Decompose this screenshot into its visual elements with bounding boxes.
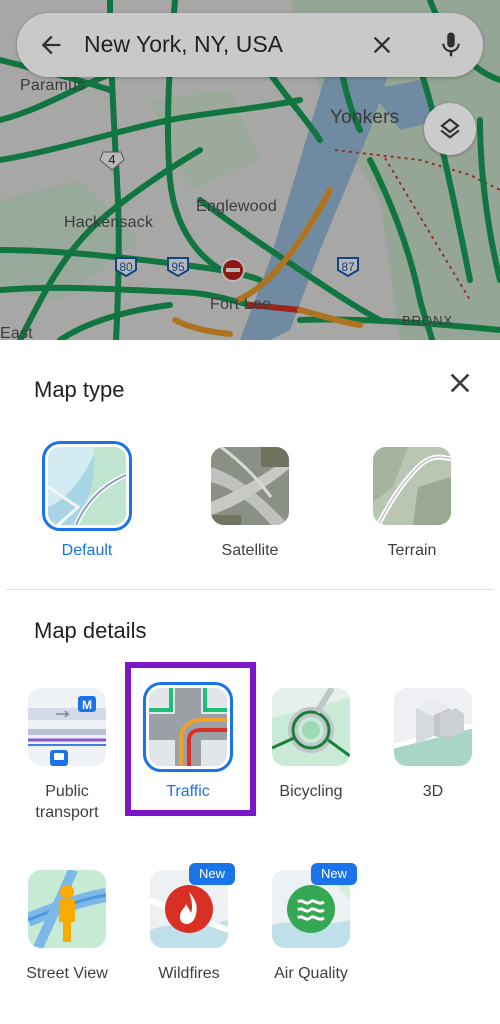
layers-button[interactable]	[424, 103, 476, 155]
map-label-fort-lee: Fort Lee	[210, 296, 272, 313]
air-quality-new-badge: New	[311, 863, 357, 885]
close-icon[interactable]	[444, 367, 476, 399]
arrow-left-icon[interactable]	[37, 31, 65, 59]
traffic-highlight-box	[125, 662, 256, 816]
close-icon[interactable]	[368, 31, 396, 59]
map-label-paramus: Paramus	[20, 77, 86, 94]
default-map-thumbnail	[42, 441, 132, 531]
detail-3d-label: 3D	[422, 783, 444, 800]
search-query-text[interactable]: New York, NY, USA	[84, 31, 283, 58]
terrain-map-thumbnail	[373, 447, 451, 525]
map-type-terrain-label: Terrain	[387, 542, 437, 559]
layers-bottom-sheet: Map type Default Satellite Terrain Map d…	[0, 340, 500, 1024]
map-type-satellite-label: Satellite	[221, 542, 279, 559]
map-type-default-label: Default	[61, 542, 113, 559]
detail-public-transport-label: Public transport	[35, 783, 99, 821]
svg-text:M: M	[82, 698, 92, 712]
map-details-title: Map details	[34, 618, 147, 643]
section-divider	[6, 589, 494, 590]
3d-thumbnail	[394, 688, 472, 766]
search-bar[interactable]: New York, NY, USA	[17, 13, 483, 77]
map-label-englewood: Englewood	[196, 198, 277, 215]
map-label-bronx: BRONX	[402, 313, 454, 328]
detail-street-view-label: Street View	[26, 965, 108, 982]
map-view[interactable]: 4 80 95 87 Paramus Yonkers Englewood Hac…	[0, 0, 500, 340]
map-label-yonkers: Yonkers	[330, 107, 400, 128]
map-type-title: Map type	[34, 377, 125, 402]
satellite-map-thumbnail	[211, 447, 289, 525]
microphone-icon[interactable]	[436, 29, 466, 61]
street-view-thumbnail	[28, 870, 106, 948]
wildfires-new-badge: New	[189, 863, 235, 885]
detail-wildfires-label: Wildfires	[158, 965, 220, 982]
bicycling-thumbnail	[272, 688, 350, 766]
public-transport-thumbnail: M	[28, 688, 106, 766]
layers-icon	[440, 118, 460, 139]
map-label-hackensack: Hackensack	[64, 214, 154, 231]
detail-bicycling-label: Bicycling	[279, 783, 343, 800]
detail-air-quality-label: Air Quality	[274, 965, 348, 982]
map-label-east: East	[0, 325, 33, 340]
